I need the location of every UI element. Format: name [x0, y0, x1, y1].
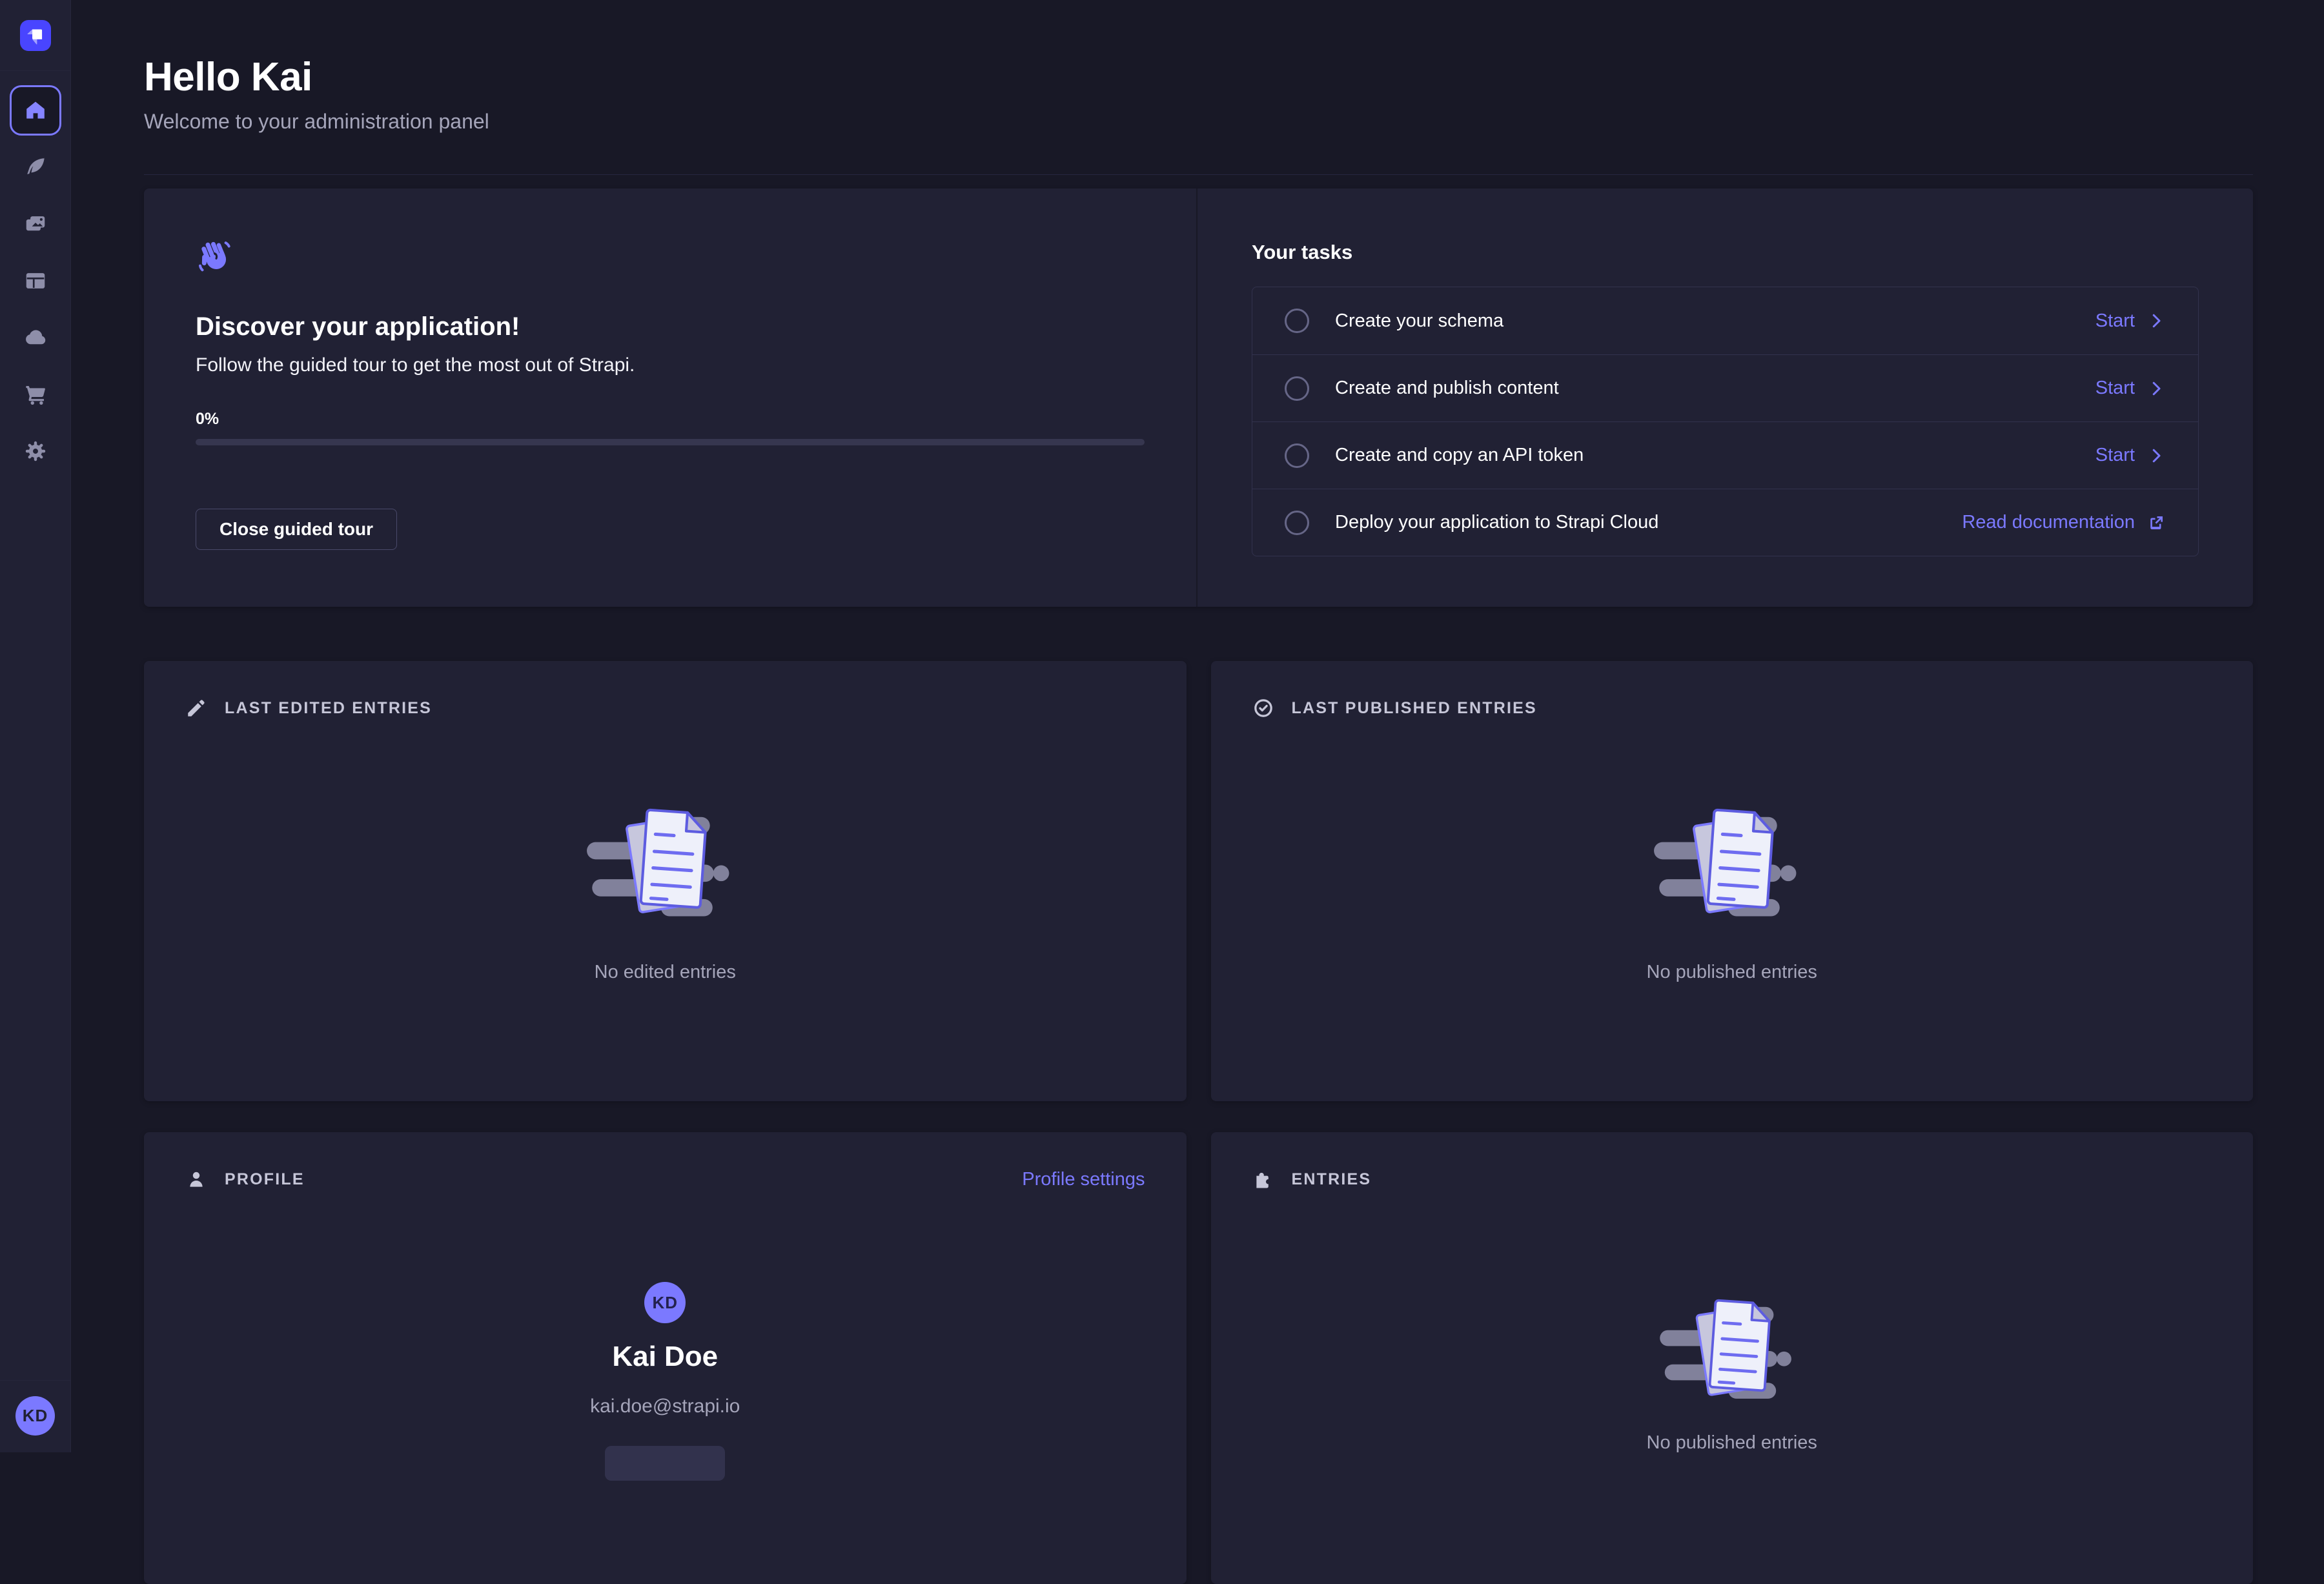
profile-name: Kai Doe: [612, 1340, 718, 1374]
sidebar-user-avatar[interactable]: KD: [15, 1396, 55, 1436]
user-icon: [185, 1168, 207, 1190]
task-status-circle: [1285, 376, 1309, 401]
chevron-right-icon: [2146, 311, 2166, 330]
puzzle-piece-icon: [1252, 1168, 1274, 1190]
marketplace-icon: [23, 382, 48, 407]
content-type-builder-icon: [23, 269, 48, 293]
widget-header: LAST EDITED ENTRIES: [185, 697, 1145, 719]
sidebar-divider: [0, 70, 71, 71]
guided-tour-intro: Discover your application! Follow the gu…: [144, 188, 1196, 607]
sidebar-footer: KD: [0, 1380, 70, 1452]
home-icon: [24, 99, 47, 122]
empty-state-message: No edited entries: [595, 962, 736, 983]
task-label: Deploy your application to Strapi Cloud: [1335, 512, 1658, 533]
page-subtitle: Welcome to your administration panel: [144, 109, 2253, 134]
empty-state-message: No published entries: [1647, 962, 1817, 983]
sidebar-item-cloud[interactable]: [10, 312, 61, 363]
waving-hand-icon: [196, 238, 232, 274]
task-label: Create and copy an API token: [1335, 445, 1584, 466]
widget-title: ENTRIES: [1292, 1170, 1372, 1189]
empty-state-message: No published entries: [1647, 1432, 1817, 1454]
strapi-logo[interactable]: [20, 20, 51, 51]
last-published-entries-widget: LAST PUBLISHED ENTRIES No published entr…: [1211, 661, 2254, 1101]
task-action-label: Start: [2095, 378, 2135, 399]
task-start-link[interactable]: Start: [2095, 378, 2166, 399]
task-action-label: Start: [2095, 445, 2135, 466]
media-library-icon: [23, 212, 48, 236]
widget-header: ENTRIES: [1252, 1168, 2212, 1190]
task-status-circle: [1285, 309, 1309, 333]
profile-settings-link[interactable]: Profile settings: [1022, 1169, 1145, 1190]
task-row: Create and publish content Start: [1252, 354, 2198, 421]
entries-widget: ENTRIES No published entries: [1211, 1132, 2254, 1584]
sidebar-item-media-library[interactable]: [10, 199, 61, 249]
task-row: Deploy your application to Strapi Cloud …: [1252, 489, 2198, 556]
task-action-label: Read documentation: [1962, 512, 2135, 533]
sidebar: KD: [0, 0, 71, 1452]
tasks-list: Create your schema Start Create and publ…: [1252, 287, 2199, 556]
content-manager-icon: [23, 155, 48, 179]
tasks-title: Your tasks: [1252, 240, 2199, 265]
profile-email: kai.doe@strapi.io: [590, 1396, 740, 1417]
empty-state: No published entries: [1252, 719, 2212, 1065]
main-content: Hello Kai Welcome to your administration…: [144, 0, 2253, 1584]
widget-title: LAST EDITED ENTRIES: [225, 699, 432, 718]
widgets-row: LAST EDITED ENTRIES No edited entries LA…: [144, 661, 2253, 1101]
task-status-circle: [1285, 443, 1309, 468]
task-action-label: Start: [2095, 310, 2135, 332]
widget-title: LAST PUBLISHED ENTRIES: [1292, 699, 1537, 718]
external-link-icon: [2146, 513, 2166, 533]
widget-title: PROFILE: [225, 1170, 305, 1189]
sidebar-nav: [10, 85, 61, 476]
settings-icon: [23, 439, 48, 463]
task-label: Create your schema: [1335, 310, 1503, 332]
empty-state: No published entries: [1252, 1190, 2212, 1454]
sidebar-item-home[interactable]: [10, 85, 61, 136]
empty-state: No edited entries: [185, 719, 1145, 1065]
guided-tour-card: Discover your application! Follow the gu…: [144, 188, 2253, 607]
tour-progress-bar: [196, 439, 1145, 445]
task-status-circle: [1285, 511, 1309, 535]
guided-tour-subtitle: Follow the guided tour to get the most o…: [196, 354, 1145, 377]
task-row: Create your schema Start: [1252, 287, 2198, 354]
your-tasks-panel: Your tasks Create your schema Start Crea…: [1198, 188, 2253, 607]
chevron-right-icon: [2146, 379, 2166, 398]
sidebar-item-marketplace[interactable]: [10, 369, 61, 420]
sidebar-item-settings[interactable]: [10, 426, 61, 476]
task-start-link[interactable]: Start: [2095, 310, 2166, 332]
check-circle-icon: [1252, 697, 1274, 719]
sidebar-item-content-manager[interactable]: [10, 142, 61, 192]
strapi-logo-icon: [21, 21, 50, 50]
widgets-row: PROFILE Profile settings KD Kai Doe kai.…: [144, 1132, 2253, 1584]
profile-avatar: KD: [644, 1282, 686, 1323]
last-edited-entries-widget: LAST EDITED ENTRIES No edited entries: [144, 661, 1187, 1101]
widget-header: PROFILE Profile settings: [185, 1168, 1145, 1190]
chevron-right-icon: [2146, 446, 2166, 465]
profile-body: KD Kai Doe kai.doe@strapi.io: [185, 1190, 1145, 1481]
task-read-documentation-link[interactable]: Read documentation: [1962, 512, 2166, 533]
sidebar-item-content-type-builder[interactable]: [10, 256, 61, 306]
close-guided-tour-button[interactable]: Close guided tour: [196, 509, 397, 550]
cloud-icon: [23, 325, 48, 350]
task-start-link[interactable]: Start: [2095, 445, 2166, 466]
pencil-icon: [185, 697, 207, 719]
tour-progress-label: 0%: [196, 409, 1145, 429]
guided-tour-title: Discover your application!: [196, 311, 1145, 342]
page-title: Hello Kai: [144, 54, 2253, 100]
sidebar-divider: [0, 1380, 71, 1381]
profile-widget: PROFILE Profile settings KD Kai Doe kai.…: [144, 1132, 1187, 1584]
widget-header: LAST PUBLISHED ENTRIES: [1252, 697, 2212, 719]
task-row: Create and copy an API token Start: [1252, 421, 2198, 489]
page-header: Hello Kai Welcome to your administration…: [144, 0, 2253, 175]
empty-documents-illustration: [1656, 1292, 1808, 1408]
empty-documents-illustration: [586, 801, 744, 927]
empty-documents-illustration: [1653, 801, 1811, 927]
profile-role-badge: [605, 1446, 725, 1481]
task-label: Create and publish content: [1335, 378, 1559, 399]
